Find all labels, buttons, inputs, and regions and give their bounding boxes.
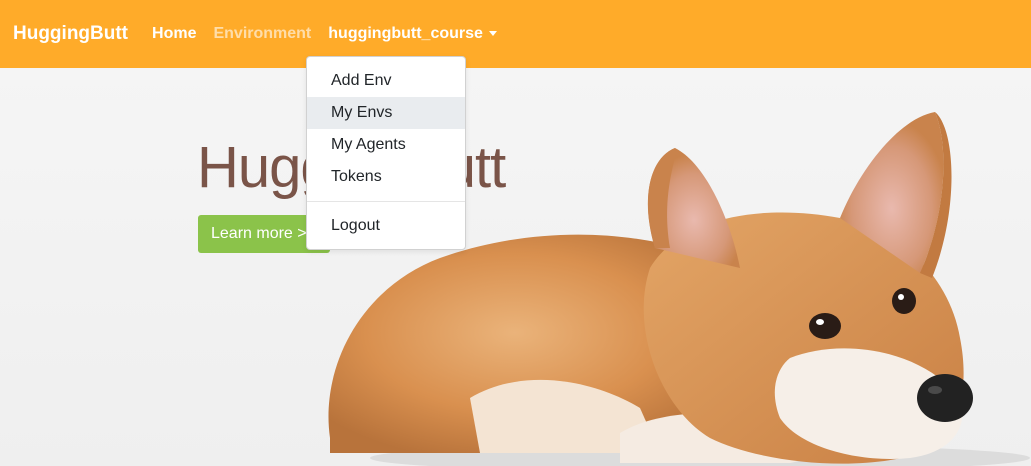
user-dropdown-menu: Add Env My Envs My Agents Tokens Logout xyxy=(306,56,466,250)
menu-item-add-env[interactable]: Add Env xyxy=(307,65,465,97)
nav-link-home[interactable]: Home xyxy=(152,25,196,43)
menu-item-my-envs[interactable]: My Envs xyxy=(307,97,465,129)
user-menu-toggle[interactable]: huggingbutt_course xyxy=(328,25,497,43)
caret-down-icon xyxy=(488,31,497,37)
brand-logo[interactable]: HuggingButt xyxy=(13,23,128,45)
nav-link-environment[interactable]: Environment xyxy=(213,25,311,43)
hero-section: HuggingButt Learn more > xyxy=(0,68,1031,466)
menu-item-logout[interactable]: Logout xyxy=(307,210,465,242)
user-menu-label: huggingbutt_course xyxy=(328,25,483,42)
menu-item-my-agents[interactable]: My Agents xyxy=(307,129,465,161)
menu-item-tokens[interactable]: Tokens xyxy=(307,161,465,193)
menu-divider xyxy=(307,201,465,202)
top-navbar: HuggingButt Home Environment huggingbutt… xyxy=(0,0,1031,68)
